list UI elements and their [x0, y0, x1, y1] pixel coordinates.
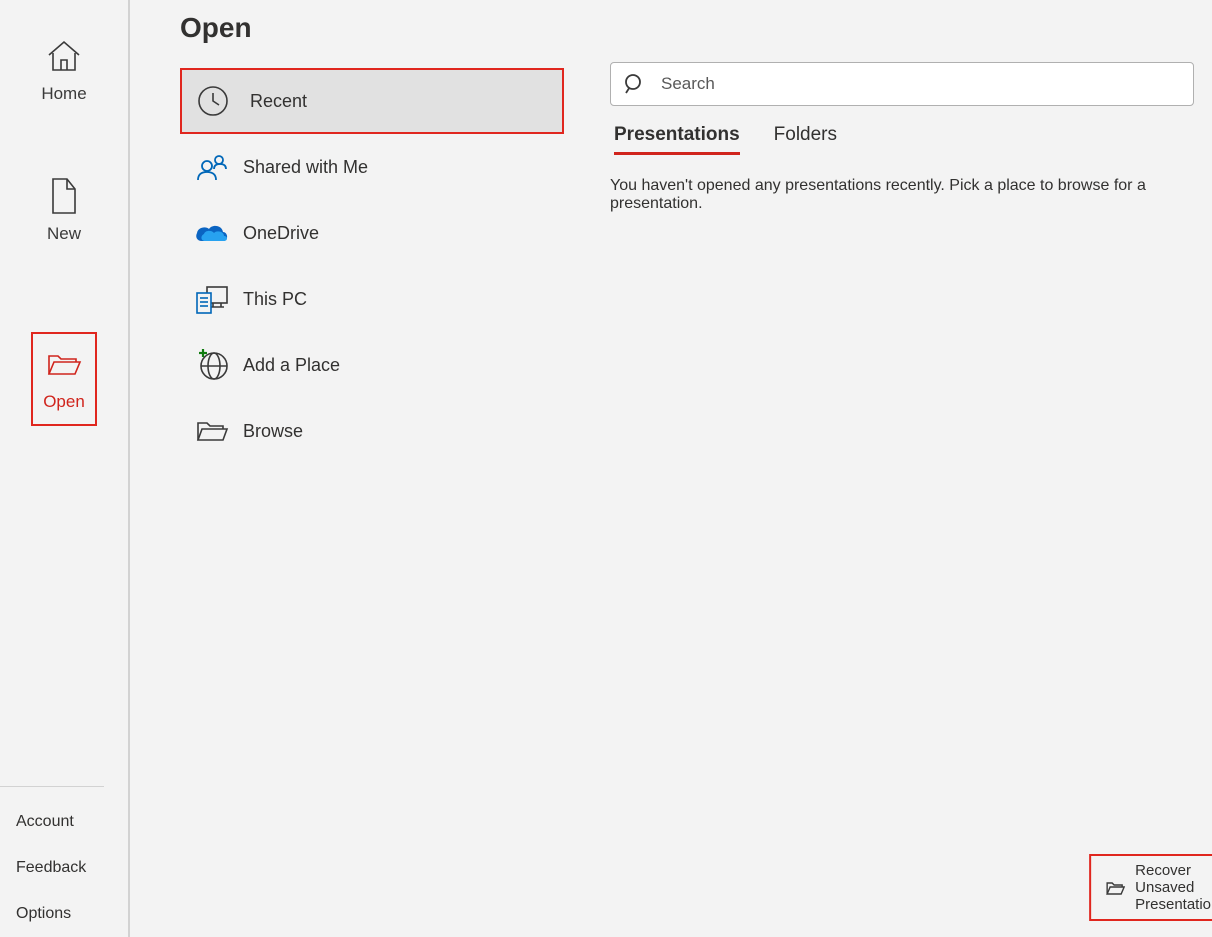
- place-shared-label: Shared with Me: [243, 157, 368, 178]
- recover-unsaved-button[interactable]: Recover Unsaved Presentations: [1089, 854, 1212, 921]
- add-place-icon: [189, 348, 235, 382]
- this-pc-icon: [189, 283, 235, 315]
- place-list: Recent Shared with Me: [180, 68, 566, 464]
- page-title: Open: [180, 12, 566, 44]
- nav-account[interactable]: Account: [16, 799, 128, 845]
- place-browse-label: Browse: [243, 421, 303, 442]
- nav-new-label: New: [47, 224, 81, 244]
- content-tabs: Presentations Folders: [610, 124, 1194, 155]
- empty-message: You haven't opened any presentations rec…: [610, 177, 1194, 213]
- nav-bottom: Account Feedback Options: [0, 799, 128, 937]
- content-panel: Presentations Folders You haven't opened…: [566, 0, 1212, 937]
- place-addplace[interactable]: Add a Place: [180, 332, 566, 398]
- place-browse[interactable]: Browse: [180, 398, 566, 464]
- home-icon: [45, 36, 83, 76]
- nav-home-label: Home: [41, 84, 86, 104]
- onedrive-icon: [189, 221, 235, 245]
- browse-folder-icon: [189, 418, 235, 444]
- nav-options[interactable]: Options: [16, 891, 128, 937]
- nav-divider: [0, 786, 104, 787]
- place-thispc[interactable]: This PC: [180, 266, 566, 332]
- tab-presentations[interactable]: Presentations: [614, 124, 740, 155]
- nav-open-label: Open: [43, 392, 85, 412]
- recover-folder-icon: [1105, 880, 1125, 896]
- left-nav: Home New Open Account: [0, 0, 130, 937]
- place-recent[interactable]: Recent: [180, 68, 564, 134]
- clock-icon: [190, 84, 236, 118]
- nav-new[interactable]: New: [0, 128, 128, 268]
- place-thispc-label: This PC: [243, 289, 307, 310]
- place-recent-label: Recent: [250, 91, 307, 112]
- people-icon: [189, 152, 235, 182]
- place-shared[interactable]: Shared with Me: [180, 134, 566, 200]
- nav-feedback[interactable]: Feedback: [16, 845, 128, 891]
- recover-label: Recover Unsaved Presentations: [1135, 862, 1212, 913]
- nav-open[interactable]: Open: [31, 332, 97, 426]
- place-onedrive[interactable]: OneDrive: [180, 200, 566, 266]
- place-onedrive-label: OneDrive: [243, 223, 319, 244]
- nav-home[interactable]: Home: [0, 24, 128, 128]
- search-icon: [623, 73, 655, 95]
- places-panel: Open Recent: [130, 0, 566, 937]
- place-addplace-label: Add a Place: [243, 355, 340, 376]
- new-doc-icon: [49, 176, 79, 216]
- open-folder-icon: [46, 344, 82, 384]
- search-input[interactable]: [655, 73, 1181, 95]
- tab-folders[interactable]: Folders: [774, 124, 837, 155]
- search-box[interactable]: [610, 62, 1194, 106]
